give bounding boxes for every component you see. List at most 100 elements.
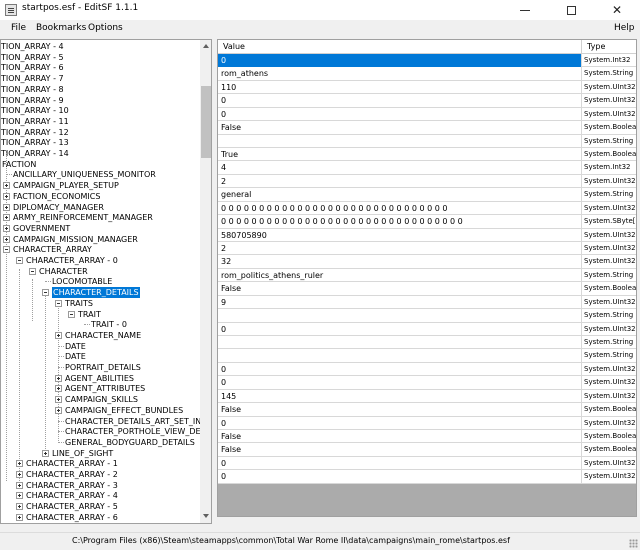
cell-value[interactable] <box>218 349 582 363</box>
table-row[interactable]: System.String <box>218 309 636 323</box>
table-row[interactable]: False System.Boolean <box>218 121 636 135</box>
expand-plus-icon[interactable] <box>55 331 62 339</box>
cell-value[interactable]: 0 <box>218 470 582 484</box>
cell-value[interactable]: 32 <box>218 255 582 269</box>
cell-value[interactable]: False <box>218 282 582 296</box>
cell-value[interactable]: 2 <box>218 242 582 256</box>
tree-node[interactable]: AGENT_ABILITIES <box>1 373 199 384</box>
tree-node[interactable]: TION_ARRAY - 8 <box>1 84 199 95</box>
expand-plus-icon[interactable] <box>16 471 23 478</box>
tree-node[interactable]: LOCOMOTABLE <box>1 276 199 287</box>
tree-node[interactable]: TRAIT - 0 <box>1 319 199 330</box>
cell-value[interactable]: 0 <box>218 456 582 470</box>
expand-plus-icon[interactable] <box>16 481 23 489</box>
expand-plus-icon[interactable] <box>3 182 10 190</box>
tree-node[interactable]: TION_ARRAY - 4 <box>1 41 199 52</box>
cell-value[interactable] <box>218 336 582 350</box>
menu-help[interactable]: Help <box>614 23 635 33</box>
table-row[interactable]: 0 System.UInt32 <box>218 456 636 471</box>
cell-value[interactable]: False <box>218 403 582 417</box>
table-row[interactable]: 110 System.UInt32 <box>218 80 636 95</box>
menu-file[interactable]: File <box>11 23 26 33</box>
expand-plus-icon[interactable] <box>55 396 62 404</box>
cell-value[interactable]: 0 <box>218 322 582 336</box>
table-row[interactable]: 0 System.UInt32 <box>218 376 636 390</box>
cell-value[interactable]: 0 <box>218 54 582 67</box>
menu-options[interactable]: Options <box>88 23 123 33</box>
cell-value[interactable]: general <box>218 188 582 202</box>
expand-plus-icon[interactable] <box>3 224 10 232</box>
tree-node[interactable]: CHARACTER_DETAILS <box>1 287 199 299</box>
cell-value[interactable] <box>218 134 582 148</box>
expand-plus-icon[interactable] <box>55 374 62 382</box>
tree-node[interactable]: CHARACTER_ARRAY - 3 <box>1 480 199 491</box>
table-row[interactable]: 4 System.Int32 <box>218 161 636 175</box>
table-row[interactable]: True System.Boolean <box>218 148 636 162</box>
cell-value[interactable]: False <box>218 121 582 135</box>
expand-plus-icon[interactable] <box>42 449 49 457</box>
tree-node[interactable]: PORTRAIT_DETAILS <box>1 362 199 373</box>
table-row[interactable]: 9 System.UInt32 <box>218 295 636 310</box>
expand-plus-icon[interactable] <box>3 192 10 200</box>
tree-node[interactable]: DATE <box>1 341 199 352</box>
cell-value[interactable]: True <box>218 148 582 161</box>
tree-node[interactable]: TION_ARRAY - 5 <box>1 52 199 63</box>
table-row[interactable]: 0 System.UInt32 <box>218 416 636 431</box>
cell-value[interactable]: False <box>218 443 582 457</box>
column-header-value[interactable]: Value <box>218 40 582 54</box>
table-row[interactable]: rom_athens System.String <box>218 67 636 81</box>
resize-grip-icon[interactable] <box>629 539 638 548</box>
tree-node[interactable]: CHARACTER_ARRAY - 1 <box>1 458 199 469</box>
cell-value[interactable]: 0 0 0 0 0 0 0 0 0 0 0 0 0 0 0 0 0 0 0 0 … <box>218 215 582 229</box>
column-header-type[interactable]: Type <box>582 40 636 54</box>
tree-node[interactable]: GOVERNMENT <box>1 223 199 234</box>
tree-node[interactable]: CHARACTER_ARRAY - 4 <box>1 490 199 501</box>
tree-node[interactable]: TRAITS <box>1 298 199 309</box>
collapse-minus-icon[interactable] <box>42 289 49 297</box>
tree-node[interactable]: TRAIT <box>1 309 199 320</box>
node-tree[interactable]: TION_ARRAY - 4 TION_ARRAY - 5 TION_ARRAY -… <box>0 39 212 524</box>
cell-value[interactable]: 145 <box>218 389 582 403</box>
tree-node[interactable]: CHARACTER_ARRAY - 0 <box>1 255 199 266</box>
expand-plus-icon[interactable] <box>3 235 10 243</box>
tree-node[interactable]: CAMPAIGN_EFFECT_BUNDLES <box>1 405 199 416</box>
table-row[interactable]: 2 System.UInt32 <box>218 174 636 189</box>
tree-node[interactable]: CHARACTER_NAME <box>1 330 199 341</box>
cell-value[interactable]: 0 <box>218 362 582 376</box>
table-row[interactable]: 0 System.UInt32 <box>218 94 636 108</box>
cell-value[interactable]: rom_athens <box>218 67 582 81</box>
tree-node[interactable]: AGENT_ATTRIBUTES <box>1 383 199 394</box>
table-row[interactable]: 580705890 System.UInt32 <box>218 228 636 242</box>
expand-plus-icon[interactable] <box>3 203 10 211</box>
tree-node[interactable]: CAMPAIGN_PLAYER_SETUP <box>1 180 199 191</box>
tree-node[interactable]: DIPLOMACY_MANAGER <box>1 202 199 213</box>
tree-node[interactable]: TION_ARRAY - 10 <box>1 105 199 116</box>
table-row[interactable]: System.String <box>218 349 636 363</box>
table-row[interactable]: False System.Boolean <box>218 282 636 296</box>
tree-node[interactable]: CHARACTER_DETAILS_ART_SET_INFO <box>1 416 211 427</box>
expand-plus-icon[interactable] <box>16 513 23 521</box>
table-row[interactable]: 0 System.UInt32 <box>218 470 636 484</box>
expand-plus-icon[interactable] <box>16 460 23 468</box>
table-row[interactable]: 0 System.Int32 <box>218 54 636 68</box>
maximize-button[interactable] <box>548 0 594 20</box>
table-row[interactable]: rom_politics_athens_ruler System.String <box>218 268 636 283</box>
scroll-up-icon[interactable] <box>203 44 209 48</box>
tree-node[interactable]: TION_ARRAY - 13 <box>1 137 199 148</box>
table-row[interactable]: 0 0 0 0 0 0 0 0 0 0 0 0 0 0 0 0 0 0 0 0 … <box>218 201 636 216</box>
tree-node[interactable]: FACTION <box>1 159 199 170</box>
expand-plus-icon[interactable] <box>55 406 62 414</box>
menu-bookmarks[interactable]: Bookmarks <box>36 23 86 33</box>
title-bar[interactable]: startpos.esf - EditSF 1.1.1 ✕ <box>0 0 640 20</box>
close-button[interactable]: ✕ <box>594 0 640 20</box>
table-row[interactable]: False System.Boolean <box>218 443 636 457</box>
collapse-minus-icon[interactable] <box>3 246 10 254</box>
tree-node[interactable]: CHARACTER <box>1 266 199 277</box>
cell-value[interactable]: 0 <box>218 107 582 121</box>
tree-node[interactable]: CHARACTER_ARRAY - 6 <box>1 512 199 523</box>
tree-node[interactable]: CHARACTER_ARRAY - 2 <box>1 469 199 480</box>
table-row[interactable]: System.String <box>218 134 636 148</box>
cell-value[interactable]: 9 <box>218 295 582 309</box>
table-row[interactable]: 0 System.UInt32 <box>218 107 636 122</box>
table-row[interactable]: False System.Boolean <box>218 430 636 444</box>
